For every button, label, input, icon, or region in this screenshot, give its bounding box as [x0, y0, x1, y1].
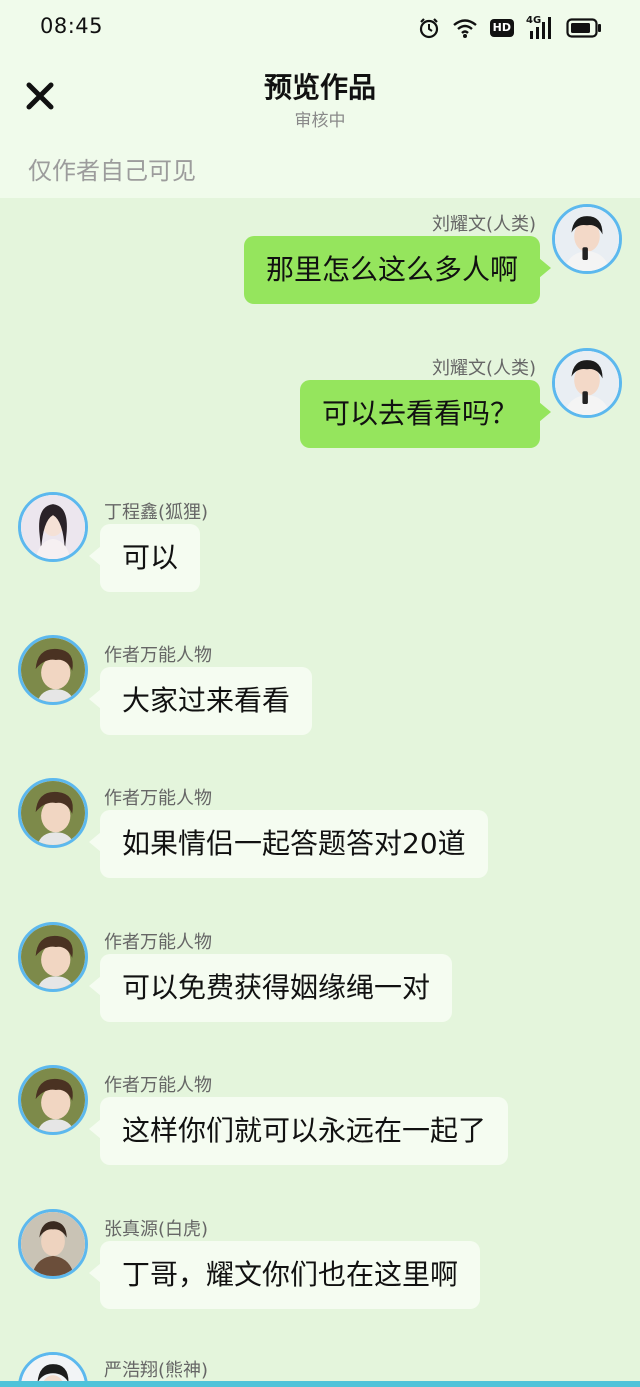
sender-name: 严浩翔(熊神) — [104, 1360, 209, 1381]
sender-name: 张真源(白虎) — [104, 1219, 209, 1240]
wifi-icon — [452, 19, 477, 38]
avatar[interactable] — [552, 348, 622, 418]
4g-signal-icon: 4G — [526, 15, 554, 39]
page-title: 预览作品 — [263, 71, 376, 104]
chat-message: 作者万能人物 大家过来看看 — [0, 635, 640, 745]
avatar[interactable] — [18, 922, 88, 992]
sender-name: 刘耀文(人类) — [431, 358, 536, 379]
battery-icon — [566, 18, 601, 38]
message-bubble[interactable]: 那里怎么这么多人啊 — [243, 236, 552, 304]
sender-name: 作者万能人物 — [104, 788, 212, 809]
avatar[interactable] — [18, 1065, 88, 1135]
message-bubble[interactable]: 可以免费获得姻缘绳一对 — [88, 954, 453, 1022]
alarm-icon — [419, 18, 438, 39]
message-bubble[interactable]: 可以 — [88, 524, 201, 592]
status-icons: HD 4G — [418, 15, 602, 40]
status-bar: 08:45 HD 4G — [0, 0, 640, 56]
message-bubble[interactable]: 可以去看看吗？ — [299, 380, 552, 448]
message-bubble[interactable]: 丁哥，耀文你们也在这里啊 — [88, 1241, 481, 1309]
chat-message: 刘耀文(人类) 那里怎么这么多人啊 — [0, 204, 640, 314]
chat-message: 刘耀文(人类) 可以去看看吗？ — [0, 348, 640, 458]
review-status: 审核中 — [294, 111, 346, 131]
avatar[interactable] — [18, 492, 88, 562]
chat-message: 作者万能人物 这样你们就可以永远在一起了 — [0, 1065, 640, 1175]
visibility-note: 仅作者自己可见 — [28, 157, 196, 185]
bottom-strip — [0, 1381, 640, 1387]
avatar[interactable] — [18, 778, 88, 848]
status-time: 08:45 — [40, 14, 104, 38]
chat-message: 作者万能人物 如果情侣一起答题答对20道 — [0, 778, 640, 888]
top-bar: 08:45 HD 4G 预览作品 审核中 仅作者自己可见 — [0, 0, 640, 198]
avatar[interactable] — [18, 635, 88, 705]
message-bubble[interactable]: 这样你们就可以永远在一起了 — [88, 1097, 509, 1165]
avatar[interactable] — [18, 1209, 88, 1279]
sender-name: 丁程鑫(狐狸) — [104, 502, 209, 523]
sender-name: 作者万能人物 — [104, 1075, 212, 1096]
sender-name: 作者万能人物 — [104, 932, 212, 953]
chat-message: 丁程鑫(狐狸) 可以 — [0, 492, 640, 602]
chat-message: 张真源(白虎) 丁哥，耀文你们也在这里啊 — [0, 1209, 640, 1319]
message-bubble[interactable]: 如果情侣一起答题答对20道 — [89, 810, 488, 878]
sender-name: 作者万能人物 — [104, 645, 212, 666]
hd-icon: HD — [489, 19, 514, 37]
avatar[interactable] — [552, 204, 622, 274]
chat-message: 作者万能人物 可以免费获得姻缘绳一对 — [0, 922, 640, 1032]
sender-name: 刘耀文(人类) — [431, 214, 536, 235]
message-bubble[interactable]: 大家过来看看 — [88, 667, 313, 735]
